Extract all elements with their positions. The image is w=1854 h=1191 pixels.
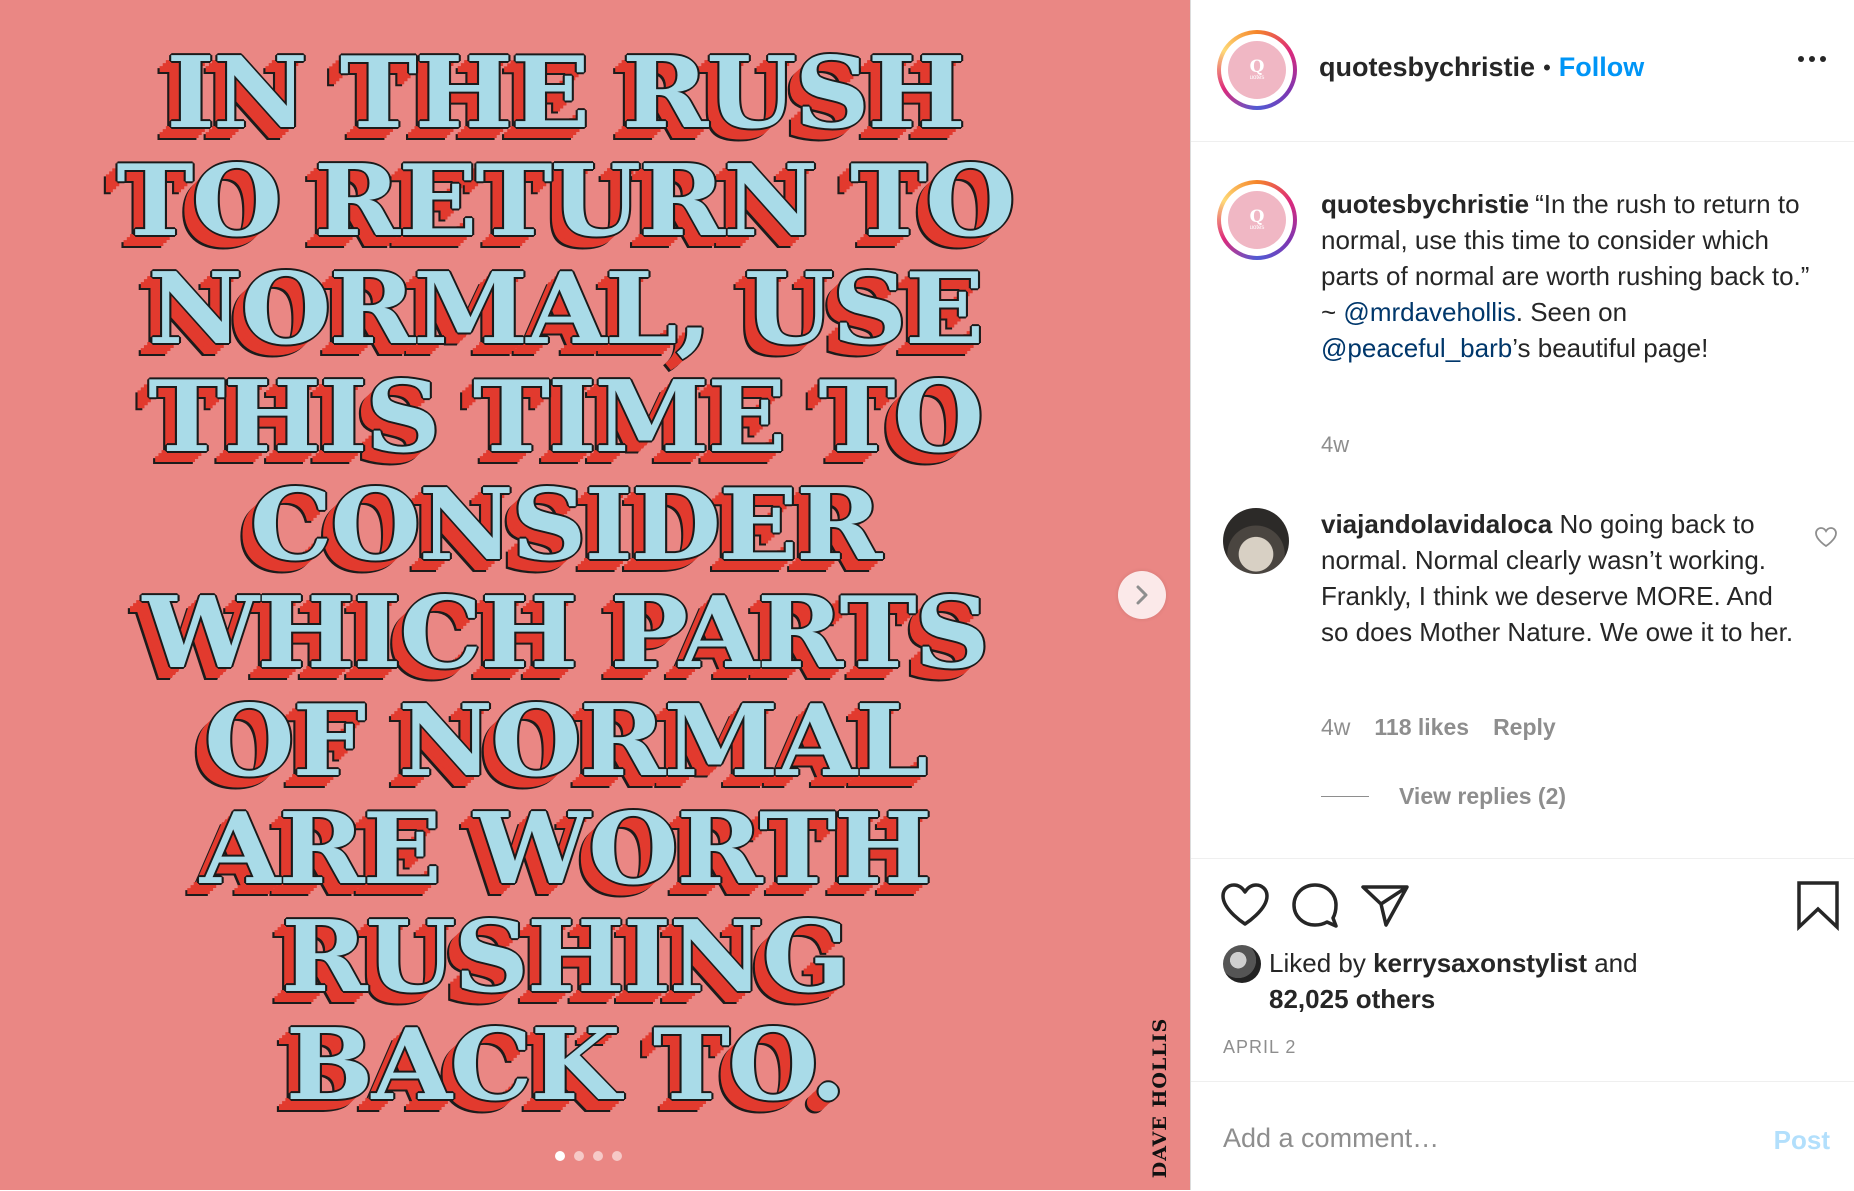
post-date[interactable]: APRIL 2 — [1223, 1037, 1296, 1058]
caption-text: . Seen on — [1515, 297, 1628, 327]
comment: viajandolavidaloca No going back to norm… — [1321, 506, 1801, 650]
liked-by: Liked by kerrysaxonstylist and 82,025 ot… — [1223, 945, 1638, 1017]
image-credit: DAVE HOLLIS — [1142, 1017, 1178, 1179]
post-comment-button[interactable]: Post — [1774, 1125, 1830, 1156]
post-side-panel: Quotes quotesbychristie • Follow Quotes … — [1190, 0, 1854, 1190]
likes-count[interactable]: 82,025 others — [1269, 984, 1435, 1014]
quotes-logo-icon: Quotes — [1228, 41, 1286, 99]
caption-text: ’s beautiful page! — [1512, 333, 1709, 363]
comment-meta: 4w 118 likes Reply — [1321, 714, 1556, 741]
comment-likes[interactable]: 118 likes — [1374, 714, 1469, 741]
liked-by-prefix: Liked by — [1269, 948, 1374, 978]
carousel-dot — [612, 1151, 622, 1161]
liker-avatar[interactable] — [1223, 945, 1261, 983]
carousel-dot — [555, 1151, 565, 1161]
quote-line: BACK TO. — [285, 1008, 847, 1123]
comment-like-icon[interactable] — [1814, 526, 1838, 553]
header-separator: • — [1543, 54, 1551, 80]
bookmark-icon[interactable] — [1795, 879, 1841, 936]
quote-line: WHICH PARTS — [142, 576, 989, 691]
mention-link[interactable]: @peaceful_barb — [1321, 333, 1512, 363]
quote-line: OF NORMAL — [204, 684, 928, 799]
liked-by-user[interactable]: kerrysaxonstylist — [1373, 948, 1587, 978]
view-replies-button[interactable]: View replies (2) — [1321, 783, 1566, 810]
quote-line: THIS TIME TO — [148, 360, 984, 475]
reply-button[interactable]: Reply — [1493, 714, 1556, 741]
caption-time[interactable]: 4w — [1321, 432, 1349, 458]
quote-text: IN THE RUSH TO RETURN TO NORMAL, USE THIS T… — [0, 40, 1130, 1120]
carousel-dots — [555, 1151, 622, 1161]
share-icon[interactable] — [1359, 881, 1411, 934]
quote-line: TO RETURN TO — [116, 144, 1015, 259]
follow-button[interactable]: Follow — [1559, 52, 1644, 83]
comment-icon[interactable] — [1289, 881, 1341, 934]
mention-link[interactable]: @mrdavehollis — [1343, 297, 1515, 327]
carousel-dot — [593, 1151, 603, 1161]
header-username[interactable]: quotesbychristie — [1319, 52, 1535, 83]
quote-line: CONSIDER — [249, 468, 882, 583]
view-replies-label: View replies (2) — [1399, 783, 1567, 809]
quote-line: RUSHING — [281, 900, 851, 1015]
post-actions: Liked by kerrysaxonstylist and 82,025 ot… — [1191, 858, 1854, 1079]
comment-username[interactable]: viajandolavidaloca — [1321, 509, 1552, 539]
quote-line: ARE WORTH — [199, 792, 932, 907]
quote-line: NORMAL, USE — [147, 252, 984, 367]
post-header: Quotes quotesbychristie • Follow — [1191, 0, 1854, 142]
liked-by-and: and — [1586, 948, 1638, 978]
quote-line: IN THE RUSH — [166, 36, 965, 151]
post-caption: quotesbychristie “In the rush to return t… — [1321, 186, 1831, 366]
caption-username[interactable]: quotesbychristie — [1321, 189, 1529, 219]
divider-line — [1321, 796, 1369, 797]
like-icon[interactable] — [1219, 881, 1271, 934]
commenter-avatar[interactable] — [1223, 508, 1289, 574]
quotes-logo-icon: Quotes — [1228, 191, 1286, 249]
carousel-next-button[interactable] — [1118, 571, 1166, 619]
caption-author-avatar[interactable]: Quotes — [1217, 180, 1297, 260]
comment-time[interactable]: 4w — [1321, 714, 1350, 741]
credit-text: DAVE HOLLIS — [1149, 1017, 1171, 1179]
carousel-dot — [574, 1151, 584, 1161]
chevron-right-icon — [1136, 585, 1148, 605]
author-avatar[interactable]: Quotes — [1217, 30, 1297, 110]
post-image[interactable]: IN THE RUSH TO RETURN TO NORMAL, USE THIS T… — [0, 0, 1190, 1190]
add-comment-input[interactable] — [1221, 1115, 1725, 1161]
more-options-icon[interactable] — [1798, 56, 1826, 62]
add-comment-bar: Post — [1191, 1081, 1854, 1191]
